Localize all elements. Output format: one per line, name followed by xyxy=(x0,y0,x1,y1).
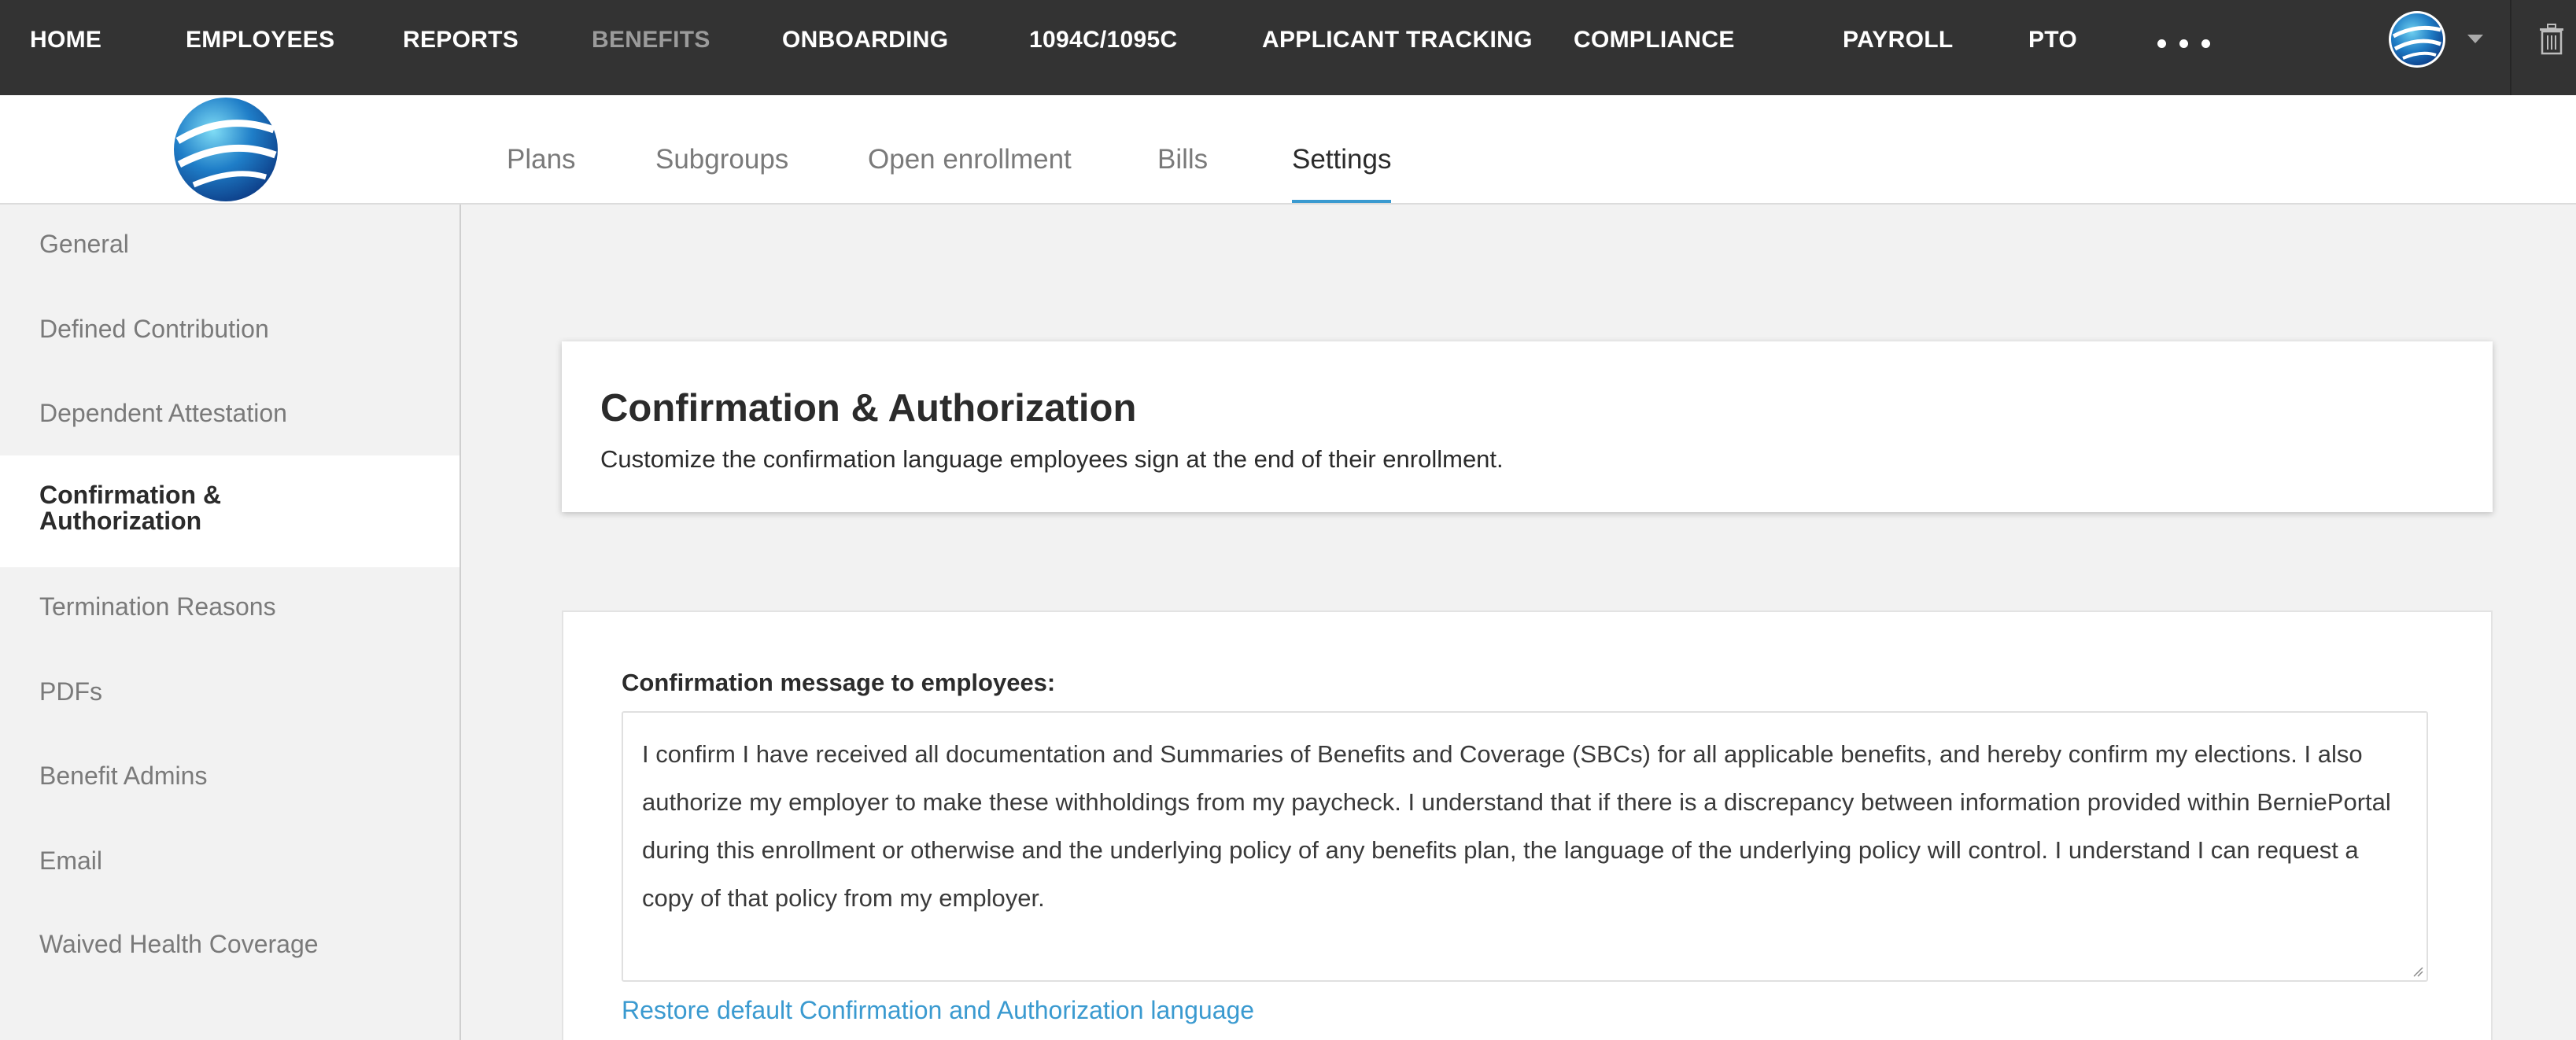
sidebar-item-dependent-attestation[interactable]: Dependent Attestation xyxy=(0,399,459,428)
nav-home[interactable]: HOME xyxy=(30,0,101,95)
top-navigation-bar: HOME EMPLOYEES REPORTS BENEFITS ONBOARDI… xyxy=(0,0,2576,95)
nav-compliance[interactable]: COMPLIANCE xyxy=(1574,0,1735,95)
resize-grip-icon[interactable] xyxy=(2411,964,2423,977)
sidebar-item-waived-health-coverage[interactable]: Waived Health Coverage xyxy=(0,930,459,959)
tab-subgroups[interactable]: Subgroups xyxy=(655,95,788,203)
settings-sidebar: General Defined Contribution Dependent A… xyxy=(0,205,461,1040)
nav-1094c-1095c[interactable]: 1094C/1095C xyxy=(1029,0,1177,95)
sidebar-item-termination-reasons[interactable]: Termination Reasons xyxy=(0,592,459,621)
active-tab-indicator xyxy=(1292,200,1391,203)
nav-pto[interactable]: PTO xyxy=(2028,0,2077,95)
confirmation-message-textarea[interactable]: I confirm I have received all documentat… xyxy=(622,711,2428,982)
sidebar-item-label-line1: Confirmation & xyxy=(39,481,222,509)
confirmation-form-card: Confirmation message to employees: I con… xyxy=(562,610,2493,1040)
tab-bills[interactable]: Bills xyxy=(1157,95,1208,203)
globe-logo-icon[interactable] xyxy=(170,95,282,205)
sub-header: Plans Subgroups Open enrollment Bills Se… xyxy=(0,95,2576,205)
globe-avatar-icon[interactable] xyxy=(2387,9,2447,69)
nav-reports[interactable]: REPORTS xyxy=(403,0,519,95)
sidebar-item-confirmation-authorization[interactable]: Confirmation & Authorization xyxy=(0,455,459,567)
nav-payroll[interactable]: PAYROLL xyxy=(1843,0,1953,95)
sidebar-item-email[interactable]: Email xyxy=(0,846,459,876)
tab-plans[interactable]: Plans xyxy=(507,95,576,203)
tab-open-enrollment[interactable]: Open enrollment xyxy=(868,95,1072,203)
sidebar-item-benefit-admins[interactable]: Benefit Admins xyxy=(0,762,459,791)
confirmation-message-text: I confirm I have received all documentat… xyxy=(642,740,2391,912)
sidebar-item-defined-contribution[interactable]: Defined Contribution xyxy=(0,315,459,344)
caret-down-icon[interactable] xyxy=(2467,35,2483,43)
section-header-card: Confirmation & Authorization Customize t… xyxy=(562,341,2493,512)
page-title: Confirmation & Authorization xyxy=(600,387,1137,430)
nav-applicant-tracking[interactable]: APPLICANT TRACKING xyxy=(1262,0,1533,95)
nav-onboarding[interactable]: ONBOARDING xyxy=(782,0,948,95)
sidebar-item-pdfs[interactable]: PDFs xyxy=(0,677,459,706)
nav-benefits[interactable]: BENEFITS xyxy=(592,0,710,95)
restore-default-link[interactable]: Restore default Confirmation and Authori… xyxy=(622,996,1254,1025)
trash-icon[interactable] xyxy=(2538,24,2565,55)
sidebar-item-label-line2: Authorization xyxy=(39,507,202,535)
more-dots-icon[interactable] xyxy=(2157,35,2210,51)
page-subtitle: Customize the confirmation language empl… xyxy=(600,445,1504,473)
sidebar-item-general[interactable]: General xyxy=(0,230,459,259)
nav-divider xyxy=(2510,0,2511,95)
confirmation-message-label: Confirmation message to employees: xyxy=(622,669,1056,696)
nav-employees[interactable]: EMPLOYEES xyxy=(186,0,334,95)
tab-settings[interactable]: Settings xyxy=(1292,95,1391,203)
